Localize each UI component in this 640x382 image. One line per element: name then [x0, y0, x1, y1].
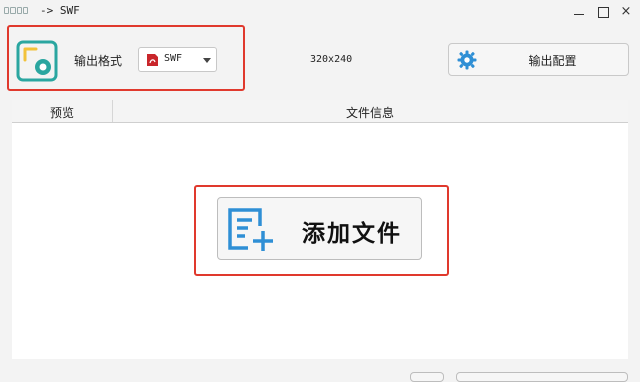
output-config-label: 输出配置	[528, 54, 577, 68]
bottom-button-large[interactable]	[456, 372, 628, 382]
format-settings-icon	[16, 40, 58, 82]
file-table-header: 预览 文件信息	[12, 100, 628, 123]
add-file-button[interactable]: 添加文件	[217, 197, 422, 260]
add-file-icon	[228, 208, 273, 251]
output-format-label: 输出格式	[74, 54, 123, 68]
output-config-button[interactable]: 输出配置	[448, 43, 629, 76]
chevron-down-icon	[203, 58, 211, 63]
maximize-icon	[598, 7, 609, 18]
minimize-icon	[574, 14, 584, 15]
resolution-text: 320x240	[310, 54, 353, 65]
output-format-value: SWF	[164, 53, 183, 64]
window-title: -> SWF	[40, 4, 80, 17]
minimize-button[interactable]	[568, 2, 590, 22]
maximize-button[interactable]	[592, 2, 614, 22]
title-bar: -> SWF ×	[0, 0, 640, 24]
column-divider[interactable]	[112, 100, 113, 122]
bottom-button-small[interactable]	[410, 372, 444, 382]
pdf-file-icon	[147, 54, 158, 66]
add-file-label: 添加文件	[302, 220, 402, 247]
output-format-dropdown[interactable]: SWF	[138, 47, 217, 72]
app-logo-icon	[4, 7, 28, 15]
column-header-file-info[interactable]: 文件信息	[346, 104, 394, 121]
close-button[interactable]: ×	[615, 2, 637, 22]
column-header-preview[interactable]: 预览	[50, 104, 74, 121]
